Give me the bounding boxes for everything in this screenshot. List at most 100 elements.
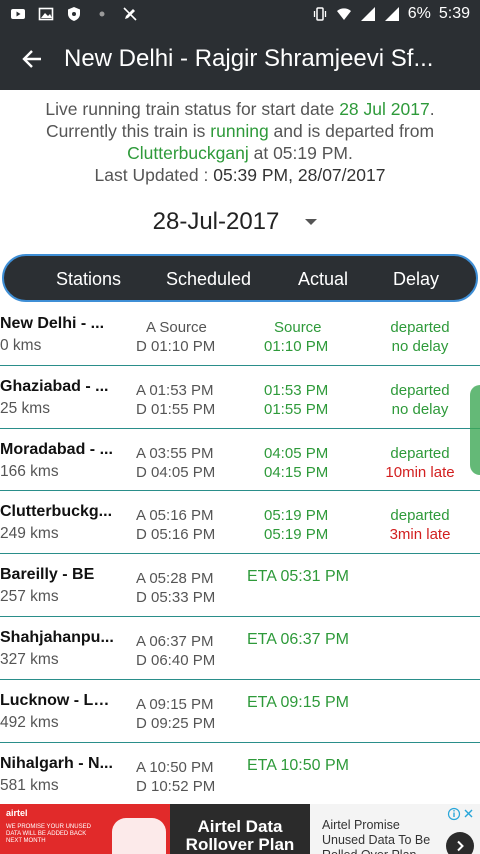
- station-distance: 492 kms: [0, 713, 59, 731]
- ad-info-icon[interactable]: [446, 807, 476, 821]
- actual-arrival: 04:05 PM: [264, 444, 329, 462]
- header-actual: Actual: [298, 269, 349, 289]
- departure-status: departed: [390, 507, 450, 525]
- actual-times: Source 01:10 PM: [264, 318, 328, 356]
- battery-level: 6%: [407, 5, 431, 22]
- info-line-updated: Last Updated : 05:39 PM, 28/07/2017: [0, 164, 480, 186]
- header-scheduled: Scheduled: [166, 269, 252, 289]
- scheduled-arrival: A 09:15 PM: [136, 695, 214, 713]
- eta-value: ETA 05:31 PM: [247, 568, 349, 586]
- info-text: and is departed from: [268, 121, 435, 141]
- scheduled-arrival: A 10:50 PM: [136, 758, 214, 776]
- scheduled-departure: D 01:10 PM: [136, 338, 216, 355]
- station-name: Moradabad - ...: [0, 440, 113, 458]
- delay-status: departed no delay: [372, 381, 468, 419]
- table-row[interactable]: Bareilly - BE 257 kms A 05:28 PM D 05:33 …: [0, 554, 480, 617]
- scheduled-times: A 05:16 PM D 05:16 PM: [136, 506, 215, 544]
- scheduled-departure: D 04:05 PM: [136, 463, 216, 481]
- actual-departure: 01:10 PM: [264, 338, 329, 355]
- scheduled-arrival: A 03:55 PM: [136, 444, 214, 462]
- delay-status: departed 3min late: [372, 506, 468, 544]
- table-row[interactable]: New Delhi - ... 0 kms A Source D 01:10 PM…: [0, 303, 480, 366]
- signal-icon: [384, 6, 400, 22]
- eta-value: ETA 09:15 PM: [247, 693, 349, 711]
- live-status-info: Live running train status for start date…: [0, 98, 480, 186]
- gallery-icon: [38, 6, 54, 22]
- delay-value: 10min late: [385, 463, 455, 481]
- scheduled-departure: D 10:52 PM: [136, 777, 216, 795]
- table-row[interactable]: Clutterbuckg... 249 kms A 05:16 PM D 05:1…: [0, 491, 480, 555]
- table-header: Stations Scheduled Actual Delay: [2, 254, 478, 302]
- departed-station-value: Clutterbuckganj: [127, 143, 249, 163]
- scheduled-arrival: A 06:37 PM: [136, 632, 214, 650]
- notification-dot-icon: [94, 6, 110, 22]
- departure-status: departed: [390, 381, 450, 399]
- departure-status: departed: [390, 444, 450, 462]
- ad-brand-panel: airtel WE PROMISE YOUR UNUSED DATA WILL …: [0, 804, 170, 854]
- info-text: at 05:19 PM.: [248, 143, 353, 163]
- ad-brand: airtel: [6, 808, 28, 818]
- scheduled-departure: D 05:16 PM: [136, 526, 216, 544]
- start-date-value: 28 Jul 2017: [339, 99, 430, 119]
- actual-times: 04:05 PM 04:15 PM: [264, 444, 328, 482]
- scheduled-departure: D 09:25 PM: [136, 714, 216, 732]
- vibrate-icon: [312, 6, 328, 22]
- ad-banner[interactable]: airtel WE PROMISE YOUR UNUSED DATA WILL …: [0, 804, 480, 854]
- table-row[interactable]: Ghaziabad - ... 25 kms A 01:53 PM D 01:55…: [0, 366, 480, 429]
- delay-status: departed 10min late: [372, 444, 468, 482]
- eta-value: ETA 10:50 PM: [247, 756, 349, 774]
- arrow-left-icon: [22, 50, 41, 68]
- station-distance: 25 kms: [0, 399, 50, 417]
- station-name: Lucknow - LK...: [0, 691, 118, 709]
- wifi-icon: [336, 6, 352, 22]
- station-name: Nihalgarh - N...: [0, 754, 113, 772]
- info-text: Last Updated :: [94, 165, 214, 185]
- departure-status: departed: [390, 319, 450, 336]
- eta-value: ETA 06:37 PM: [247, 630, 349, 648]
- scheduled-times: A Source D 01:10 PM: [136, 318, 215, 356]
- pencil-off-icon: [122, 6, 138, 22]
- station-name: Shahjahanpu...: [0, 628, 114, 646]
- station-distance: 327 kms: [0, 650, 59, 668]
- last-updated-value: 05:39 PM, 28/07/2017: [213, 165, 386, 185]
- actual-arrival: Source: [274, 319, 322, 336]
- table-row[interactable]: Moradabad - ... 166 kms A 03:55 PM D 04:0…: [0, 429, 480, 492]
- scroll-edge-indicator: [470, 385, 480, 475]
- scheduled-departure: D 06:40 PM: [136, 651, 216, 669]
- scheduled-departure: D 01:55 PM: [136, 400, 216, 418]
- station-distance: 257 kms: [0, 588, 59, 606]
- ad-next-button[interactable]: [446, 832, 474, 854]
- date-selector[interactable]: 28-Jul-2017: [0, 204, 480, 240]
- info-line-start-date: Live running train status for start date…: [0, 98, 480, 120]
- table-row[interactable]: Nihalgarh - N... 581 kms A 10:50 PM D 10:…: [0, 743, 480, 806]
- station-list: New Delhi - ... 0 kms A Source D 01:10 PM…: [0, 303, 480, 806]
- table-row[interactable]: Shahjahanpu... 327 kms A 06:37 PM D 06:40…: [0, 617, 480, 680]
- back-button[interactable]: [0, 28, 64, 90]
- delay-value: 3min late: [389, 526, 451, 544]
- status-bar: 6% 5:39: [0, 0, 480, 28]
- table-row[interactable]: Lucknow - LK... 492 kms A 09:15 PM D 09:2…: [0, 680, 480, 743]
- info-line-state: Currently this train is running and is d…: [0, 120, 480, 142]
- scheduled-arrival: A 05:28 PM: [136, 570, 214, 588]
- actual-departure: 04:15 PM: [264, 463, 329, 481]
- ad-promise-text: WE PROMISE YOUR UNUSED DATA WILL BE ADDE…: [6, 824, 91, 844]
- scheduled-times: A 03:55 PM D 04:05 PM: [136, 444, 215, 482]
- signal-icon: [360, 6, 376, 22]
- status-bar-right: 6% 5:39: [312, 5, 470, 23]
- scheduled-times: A 09:15 PM D 09:25 PM: [136, 695, 215, 733]
- delay-status: departed no delay: [372, 318, 468, 356]
- app-bar: New Delhi - Rajgir Shramjeevi Sf...: [0, 28, 480, 90]
- actual-arrival: 05:19 PM: [264, 507, 329, 525]
- scheduled-departure: D 05:33 PM: [136, 589, 216, 607]
- status-bar-left-icons: [10, 6, 138, 22]
- scheduled-times: A 06:37 PM D 06:40 PM: [136, 632, 215, 670]
- header-delay: Delay: [393, 269, 440, 289]
- shield-icon: [66, 6, 82, 22]
- info-text: .: [429, 99, 435, 119]
- ad-headline: Airtel Data Rollover Plan: [170, 804, 310, 854]
- actual-times: 05:19 PM 05:19 PM: [264, 506, 328, 544]
- running-state-value: running: [210, 121, 269, 141]
- station-distance: 0 kms: [0, 337, 42, 354]
- page-title: New Delhi - Rajgir Shramjeevi Sf...: [64, 45, 434, 72]
- dropdown-caret-icon: [305, 219, 318, 225]
